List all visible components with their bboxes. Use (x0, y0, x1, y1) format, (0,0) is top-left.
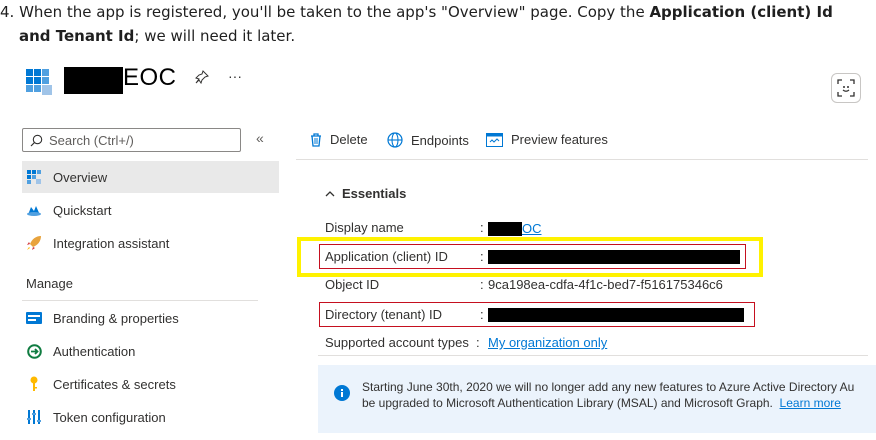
display-name-label: Display name (325, 220, 404, 235)
app-registration-icon (26, 69, 54, 97)
quickstart-icon (26, 202, 42, 218)
sidebar-item-label: Authentication (53, 343, 136, 359)
manage-section-label: Manage (26, 276, 73, 291)
learn-more-link[interactable]: Learn more (780, 396, 841, 410)
preview-icon (486, 132, 503, 147)
banner-text: Starting June 30th, 2020 we will no long… (362, 379, 876, 411)
endpoints-button[interactable]: Endpoints (387, 132, 469, 148)
authentication-icon (26, 343, 42, 359)
toolbar-divider (296, 159, 868, 160)
app-id-label: Application (client) ID (325, 249, 448, 264)
feedback-icon[interactable] (831, 73, 861, 103)
branding-icon (26, 310, 42, 326)
account-types-link[interactable]: My organization only (488, 335, 607, 350)
banner-line-2: be upgraded to Microsoft Authentication … (362, 396, 841, 410)
sidebar-item-integration-assistant[interactable]: Integration assistant (22, 227, 279, 259)
pin-icon[interactable] (195, 70, 209, 87)
app-title: EOC (123, 64, 177, 91)
object-id-value: 9ca198ea-cdfa-4f1c-bed7-f516175346c6 (488, 277, 723, 292)
overview-icon (26, 169, 42, 185)
account-types-label: Supported account types (325, 335, 469, 350)
rocket-icon (26, 235, 42, 251)
essentials-divider (318, 355, 868, 356)
sidebar-item-quickstart[interactable]: Quickstart (22, 194, 279, 226)
sidebar-item-label: Token configuration (53, 409, 166, 425)
instruction-text: 4. When the app is registered, you'll be… (0, 0, 870, 48)
instruction-line-1: 4. When the app is registered, you'll be… (0, 3, 833, 21)
field-colon: : (480, 277, 484, 292)
redacted-tenant-id (488, 308, 744, 322)
essentials-toggle[interactable]: Essentials (325, 186, 406, 201)
banner-line-1: Starting June 30th, 2020 we will no long… (362, 380, 855, 394)
sidebar-item-label: Integration assistant (53, 235, 170, 251)
object-id-label: Object ID (325, 277, 380, 292)
field-colon: : (480, 220, 484, 235)
tenant-id-label: Directory (tenant) ID (325, 307, 443, 322)
sidebar-item-label: Quickstart (53, 202, 112, 218)
display-name-value[interactable]: OC (488, 221, 542, 236)
more-options-button[interactable]: ··· (228, 68, 242, 84)
sidebar-item-label: Certificates & secrets (53, 376, 176, 392)
redacted-display-name (488, 221, 522, 236)
redacted-app-name (64, 67, 123, 94)
instruction-line-2: and Tenant Id; we will need it later. (19, 27, 296, 45)
token-icon (26, 409, 42, 425)
search-input[interactable]: Search (Ctrl+/) (22, 128, 241, 152)
sidebar-item-token-configuration[interactable]: Token configuration (22, 401, 279, 433)
sidebar-divider (22, 300, 258, 301)
sidebar-item-branding[interactable]: Branding & properties (22, 302, 279, 334)
sidebar-item-authentication[interactable]: Authentication (22, 335, 279, 367)
trash-icon (310, 132, 322, 147)
sidebar-item-label: Branding & properties (53, 310, 179, 326)
delete-button[interactable]: Delete (310, 132, 368, 147)
redacted-app-id (488, 250, 740, 264)
sidebar-item-label: Overview (53, 169, 108, 185)
field-colon: : (476, 335, 480, 350)
sidebar-item-certificates[interactable]: Certificates & secrets (22, 368, 279, 400)
info-banner: Starting June 30th, 2020 we will no long… (318, 365, 876, 433)
key-icon (26, 376, 42, 392)
field-colon: : (480, 249, 484, 264)
search-icon (30, 134, 43, 146)
preview-features-button[interactable]: Preview features (486, 132, 608, 147)
search-placeholder: Search (Ctrl+/) (49, 132, 134, 148)
info-icon (334, 385, 350, 401)
field-colon: : (480, 307, 484, 322)
chevron-up-icon (325, 191, 335, 197)
globe-icon (387, 132, 403, 148)
collapse-sidebar-button[interactable]: « (256, 130, 264, 146)
sidebar-item-overview[interactable]: Overview (22, 161, 279, 193)
